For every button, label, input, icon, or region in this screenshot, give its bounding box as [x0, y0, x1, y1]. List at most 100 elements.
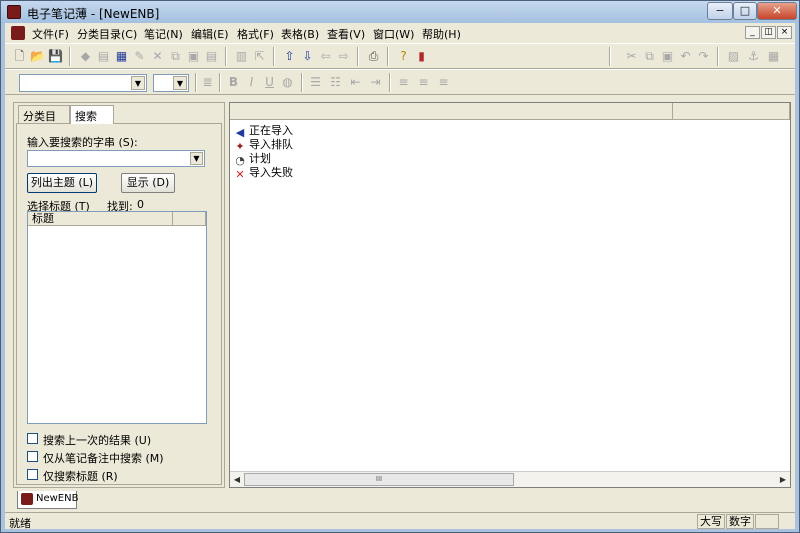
back-arrow-icon[interactable]: ⇦ — [317, 48, 334, 65]
numbered-list-icon[interactable]: ☰ — [307, 74, 324, 91]
column-header-title[interactable]: 标题 — [28, 212, 173, 226]
indent-right-icon[interactable]: ⇥ — [367, 74, 384, 91]
titles-only-label: 仅搜索标题 (R) — [43, 470, 118, 483]
toolbar-separator — [69, 47, 71, 66]
title-bar: 电子笔记薄 - [NewENB] − □ ✕ — [1, 1, 799, 23]
mdi-restore-button[interactable]: ◫ — [761, 26, 776, 39]
indent-icon[interactable]: ≣ — [199, 74, 216, 91]
column-header-name[interactable] — [230, 103, 673, 120]
standard-toolbar: 🗋 📂 💾 ◆ ▤ ▦ ✎ ✕ ⧉ ▣ ▤ ▥ ⇱ ⇧ ⇩ ⇦ ⇨ ⎙ ? ▮ — [5, 43, 795, 69]
save-icon[interactable]: 💾 — [47, 48, 64, 65]
chevron-down-icon[interactable]: ▼ — [173, 76, 187, 90]
column-header-detail[interactable] — [673, 103, 790, 120]
up-arrow-icon[interactable]: ⇧ — [281, 48, 298, 65]
maximize-button[interactable]: □ — [733, 2, 757, 20]
new-note-icon[interactable]: ▦ — [113, 48, 130, 65]
down-arrow-icon[interactable]: ⇩ — [299, 48, 316, 65]
align-left-icon[interactable]: ≡ — [395, 74, 412, 91]
delete-icon[interactable]: ✕ — [149, 48, 166, 65]
document-icon[interactable] — [11, 26, 25, 40]
cut-icon[interactable]: ✂ — [623, 48, 640, 65]
horizontal-scrollbar[interactable]: ◀ III ▶ — [230, 471, 790, 487]
titles-only-checkbox[interactable] — [27, 469, 38, 480]
list-item[interactable]: ◔ 计划 — [234, 150, 271, 167]
properties-icon[interactable]: ▣ — [185, 48, 202, 65]
notes-only-label: 仅从笔记备注中搜索 (M) — [43, 452, 164, 465]
list-icon[interactable]: ▤ — [203, 48, 220, 65]
caps-indicator: 大写 — [697, 514, 725, 529]
scroll-left-icon[interactable]: ◀ — [231, 473, 243, 486]
bullet-list-icon[interactable]: ☷ — [327, 74, 344, 91]
search-input[interactable]: ▼ — [27, 150, 205, 167]
menu-file[interactable]: 文件(F) — [32, 26, 69, 42]
close-button[interactable]: ✕ — [757, 2, 797, 20]
toolbar-separator — [225, 47, 227, 66]
print-icon[interactable]: ⎙ — [365, 48, 382, 65]
font-color-icon[interactable]: ◍ — [279, 74, 296, 91]
scroll-right-icon[interactable]: ▶ — [777, 473, 789, 486]
app-window: 电子笔记薄 - [NewENB] − □ ✕ 文件(F) 分类目录(C) 笔记(… — [0, 0, 800, 533]
forward-arrow-icon[interactable]: ⇨ — [335, 48, 352, 65]
note-icon[interactable]: ▤ — [95, 48, 112, 65]
column-header-empty[interactable] — [173, 212, 206, 226]
open-folder-icon[interactable]: 📂 — [29, 48, 46, 65]
mdi-close-button[interactable]: × — [777, 26, 792, 39]
toolbar-separator — [389, 73, 391, 92]
show-button[interactable]: 显示 (D) — [121, 173, 175, 193]
list-item[interactable]: ✦ 导入排队 — [234, 136, 293, 153]
undo-icon[interactable]: ↶ — [677, 48, 694, 65]
toolbar-separator — [219, 73, 221, 92]
outdent-icon[interactable]: ⇤ — [347, 74, 364, 91]
underline-icon[interactable]: U — [261, 74, 278, 91]
tab-category[interactable]: 分类目录 — [18, 105, 70, 139]
document-tab[interactable]: NewENB — [17, 491, 78, 509]
list-item[interactable]: ◀ 正在导入 — [234, 122, 293, 139]
bold-icon[interactable]: B — [225, 74, 242, 91]
align-center-icon[interactable]: ≡ — [415, 74, 432, 91]
num-indicator: 数字 — [726, 514, 754, 529]
align-right-icon[interactable]: ≡ — [435, 74, 452, 91]
list-topics-button[interactable]: 列出主题 (L) — [27, 173, 97, 193]
menu-table[interactable]: 表格(B) — [281, 26, 319, 42]
italic-icon[interactable]: I — [243, 74, 260, 91]
tab-search[interactable]: 搜索 — [70, 105, 114, 124]
menu-edit[interactable]: 编辑(E) — [191, 26, 229, 42]
new-file-icon[interactable]: 🗋 — [11, 48, 28, 65]
font-size-combo[interactable]: ▼ — [153, 74, 189, 92]
notes-only-checkbox[interactable] — [27, 451, 38, 462]
search-previous-checkbox[interactable] — [27, 433, 38, 444]
copy-text-icon[interactable]: ⧉ — [641, 48, 658, 65]
app-logo-icon — [7, 5, 21, 19]
minimize-button[interactable]: − — [707, 2, 733, 20]
toolbar-separator — [717, 47, 719, 66]
status-text: 就绪 — [9, 517, 31, 530]
help-icon[interactable]: ? — [395, 48, 412, 65]
toolbar-separator — [609, 47, 611, 66]
menu-category[interactable]: 分类目录(C) — [77, 26, 137, 42]
anchor-icon[interactable]: ⚓ — [745, 48, 762, 65]
menu-view[interactable]: 查看(V) — [327, 26, 365, 42]
table-icon[interactable]: ▦ — [765, 48, 782, 65]
redo-icon[interactable]: ↷ — [695, 48, 712, 65]
menu-window[interactable]: 窗口(W) — [373, 26, 414, 42]
category-icon[interactable]: ◆ — [77, 48, 94, 65]
list-item[interactable]: ✕ 导入失败 — [234, 164, 293, 181]
mdi-minimize-button[interactable]: _ — [745, 26, 760, 39]
image-icon[interactable]: ▨ — [725, 48, 742, 65]
chevron-down-icon[interactable]: ▼ — [131, 76, 145, 90]
status-bar: 就绪 大写 数字 — [5, 512, 795, 530]
export-icon[interactable]: ⇱ — [251, 48, 268, 65]
font-name-combo[interactable]: ▼ — [19, 74, 147, 92]
pencil-icon[interactable]: ✎ — [131, 48, 148, 65]
paste-icon[interactable]: ▣ — [659, 48, 676, 65]
results-list[interactable]: 标题 — [27, 211, 207, 424]
menu-note[interactable]: 笔记(N) — [144, 26, 183, 42]
chevron-down-icon[interactable]: ▼ — [190, 152, 203, 165]
attach-icon[interactable]: ▥ — [233, 48, 250, 65]
search-panel: 输入要搜索的字串 (S): ▼ 列出主题 (L) 显示 (D) 选择标题 (T)… — [16, 123, 222, 485]
scroll-thumb[interactable]: III — [244, 473, 514, 486]
copy-icon[interactable]: ⧉ — [167, 48, 184, 65]
exit-icon[interactable]: ▮ — [413, 48, 430, 65]
menu-help[interactable]: 帮助(H) — [422, 26, 461, 42]
menu-format[interactable]: 格式(F) — [237, 26, 274, 42]
